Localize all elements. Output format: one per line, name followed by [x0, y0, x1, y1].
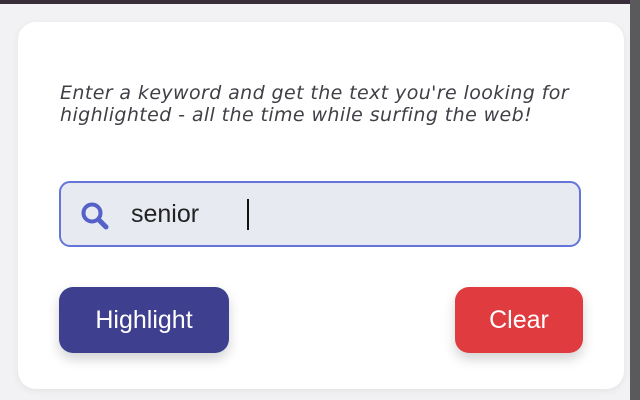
description-text: Enter a keyword and get the text you're … — [60, 82, 570, 126]
highlight-button[interactable]: Highlight — [59, 287, 229, 353]
search-icon — [81, 202, 109, 230]
popup-card: Enter a keyword and get the text you're … — [18, 22, 624, 389]
keyword-input[interactable] — [131, 195, 561, 233]
extension-popup: Enter a keyword and get the text you're … — [0, 4, 630, 400]
text-cursor — [247, 199, 249, 230]
window-right-edge — [630, 0, 640, 400]
clear-button[interactable]: Clear — [455, 287, 583, 353]
search-box[interactable] — [59, 181, 581, 247]
